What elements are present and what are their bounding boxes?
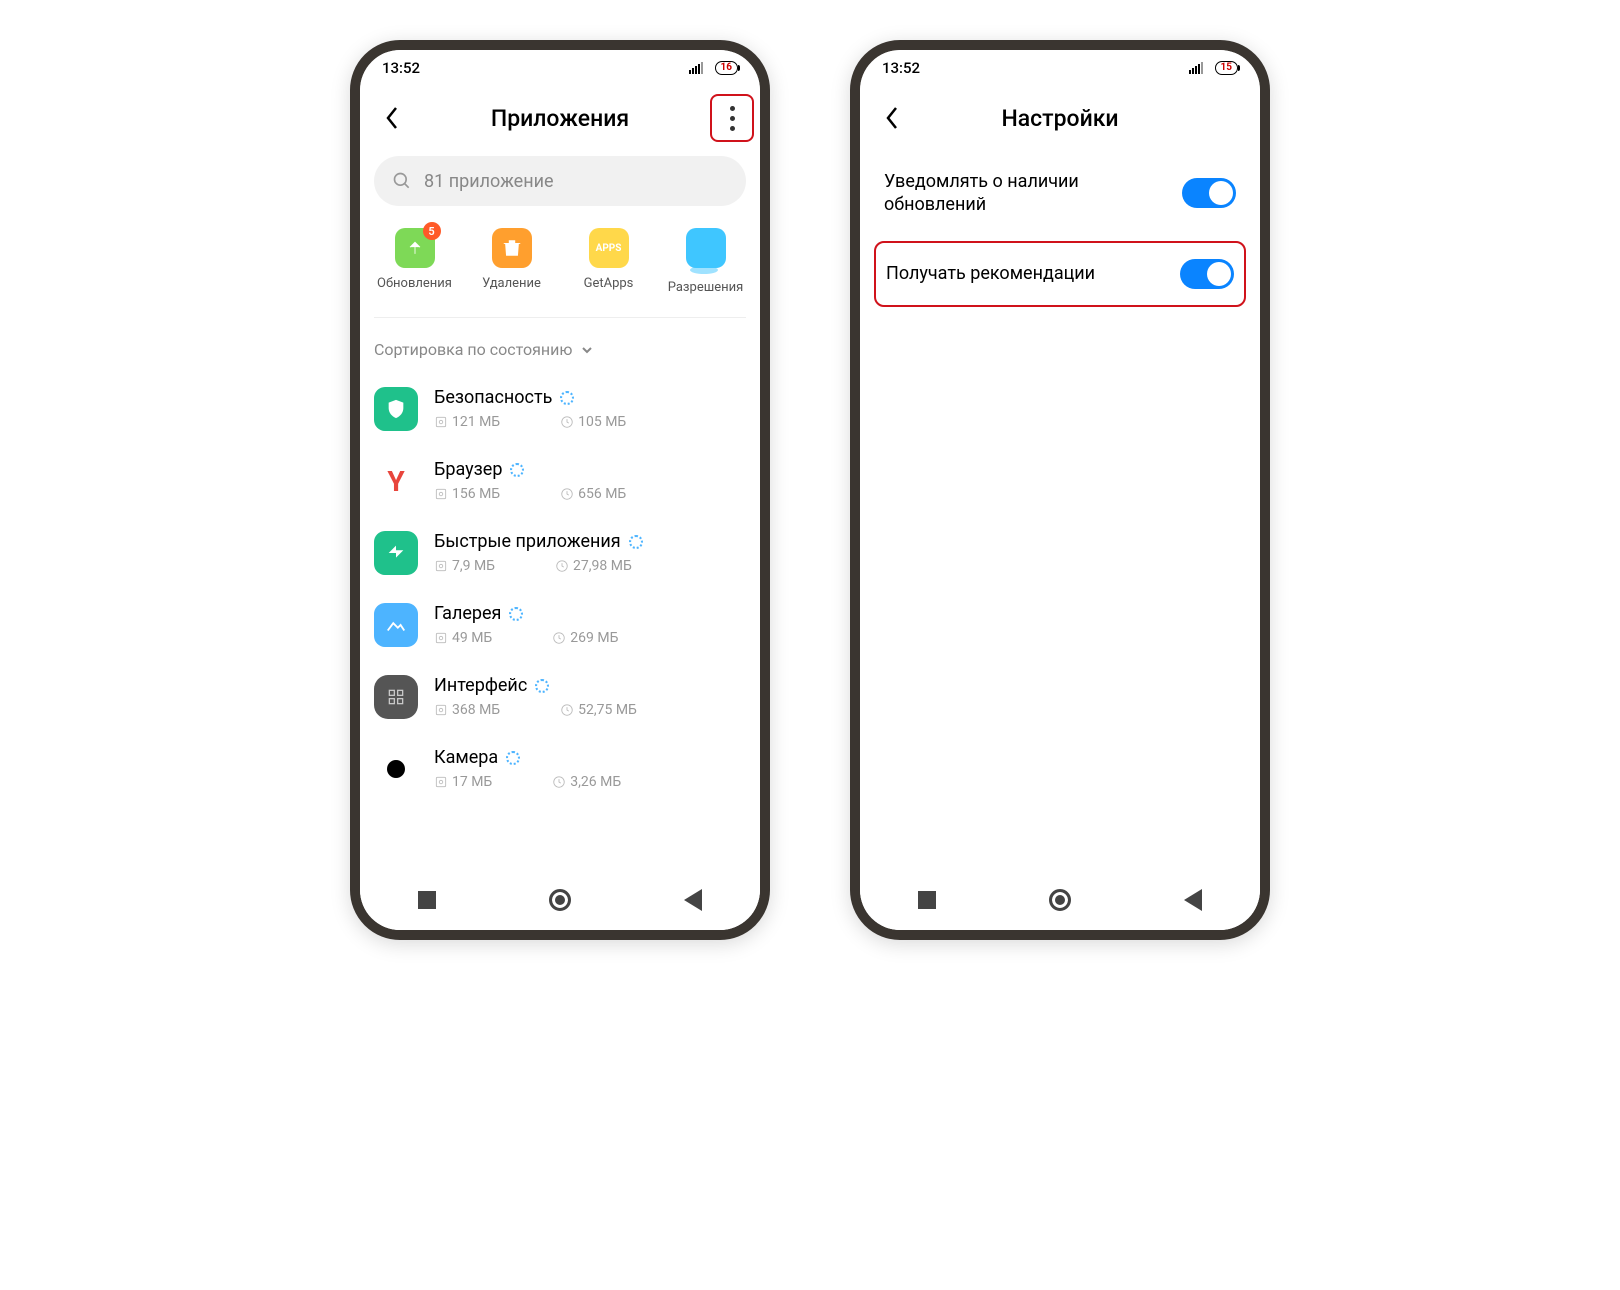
app-time: 656 МБ bbox=[560, 486, 626, 502]
shortcut-permissions[interactable]: Разрешения bbox=[661, 228, 751, 295]
app-name: Галерея bbox=[434, 603, 501, 624]
setting-notify-updates[interactable]: Уведомлять о наличии обновлений bbox=[860, 150, 1260, 237]
signal-icon bbox=[689, 62, 703, 74]
update-icon: 5 bbox=[395, 228, 435, 268]
status-time: 13:52 bbox=[382, 59, 420, 77]
interface-icon bbox=[374, 675, 418, 719]
toggle-on-icon[interactable] bbox=[1180, 259, 1234, 289]
app-name: Быстрые приложения bbox=[434, 531, 621, 552]
app-time: 269 МБ bbox=[552, 630, 618, 646]
volume-button[interactable] bbox=[768, 350, 770, 470]
app-name: Камера bbox=[434, 747, 498, 768]
app-item-interface[interactable]: Интерфейс 368 МБ 52,75 МБ bbox=[374, 661, 746, 733]
app-item-camera[interactable]: Камера 17 МБ 3,26 МБ bbox=[374, 733, 746, 805]
search-placeholder: 81 приложение bbox=[424, 171, 554, 192]
shortcut-row: 5 Обновления Удаление APPS GetApps Разре… bbox=[360, 228, 760, 317]
status-bar: 13:52 15 bbox=[860, 50, 1260, 86]
toggle-on-icon[interactable] bbox=[1182, 178, 1236, 208]
battery-icon: 15 bbox=[1215, 61, 1238, 75]
title-bar: Приложения bbox=[360, 86, 760, 150]
update-badge: 5 bbox=[423, 222, 441, 240]
nav-bar bbox=[860, 870, 1260, 930]
app-storage: 121 МБ bbox=[434, 414, 500, 430]
status-time: 13:52 bbox=[882, 59, 920, 77]
app-storage: 17 МБ bbox=[434, 774, 492, 790]
search-input[interactable]: 81 приложение bbox=[374, 156, 746, 206]
app-time: 3,26 МБ bbox=[552, 774, 621, 790]
app-item-quickapps[interactable]: Быстрые приложения 7,9 МБ 27,98 МБ bbox=[374, 517, 746, 589]
volume-button[interactable] bbox=[1268, 350, 1270, 470]
loading-icon bbox=[535, 679, 549, 693]
camera-icon bbox=[374, 747, 418, 791]
app-name: Интерфейс bbox=[434, 675, 527, 696]
quickapps-icon bbox=[374, 531, 418, 575]
nav-back-button[interactable] bbox=[1181, 888, 1205, 912]
app-item-security[interactable]: Безопасность 121 МБ 105 МБ bbox=[374, 373, 746, 445]
nav-bar bbox=[360, 870, 760, 930]
app-storage: 7,9 МБ bbox=[434, 558, 495, 574]
loading-icon bbox=[510, 463, 524, 477]
nav-recent-button[interactable] bbox=[915, 888, 939, 912]
page-title: Приложения bbox=[374, 105, 746, 132]
loading-icon bbox=[506, 751, 520, 765]
shortcut-delete[interactable]: Удаление bbox=[467, 228, 557, 295]
shortcut-label: Обновления bbox=[377, 276, 452, 291]
nav-back-button[interactable] bbox=[681, 888, 705, 912]
app-time: 52,75 МБ bbox=[560, 702, 637, 718]
shortcut-getapps[interactable]: APPS GetApps bbox=[564, 228, 654, 295]
shortcut-label: GetApps bbox=[584, 276, 634, 291]
app-time: 27,98 МБ bbox=[555, 558, 632, 574]
search-icon bbox=[392, 171, 412, 191]
setting-label: Уведомлять о наличии обновлений bbox=[884, 170, 1144, 217]
phone-left: 13:52 16 Приложения 81 приложение bbox=[350, 40, 770, 940]
loading-icon bbox=[560, 391, 574, 405]
page-title: Настройки bbox=[874, 105, 1246, 132]
shortcut-label: Разрешения bbox=[668, 280, 744, 295]
loading-icon bbox=[629, 535, 643, 549]
signal-icon bbox=[1189, 62, 1203, 74]
gallery-icon bbox=[374, 603, 418, 647]
shortcut-label: Удаление bbox=[482, 276, 541, 291]
nav-recent-button[interactable] bbox=[415, 888, 439, 912]
trash-icon bbox=[492, 228, 532, 268]
getapps-icon: APPS bbox=[589, 228, 629, 268]
nav-home-button[interactable] bbox=[548, 888, 572, 912]
app-storage: 156 МБ bbox=[434, 486, 500, 502]
setting-recommendations[interactable]: Получать рекомендации bbox=[874, 241, 1246, 307]
app-storage: 368 МБ bbox=[434, 702, 500, 718]
app-time: 105 МБ bbox=[560, 414, 626, 430]
nav-home-button[interactable] bbox=[1048, 888, 1072, 912]
app-item-browser[interactable]: Y Браузер 156 МБ 656 МБ bbox=[374, 445, 746, 517]
title-bar: Настройки bbox=[860, 86, 1260, 150]
loading-icon bbox=[509, 607, 523, 621]
permissions-icon bbox=[686, 228, 726, 268]
more-options-button[interactable] bbox=[710, 94, 754, 142]
phone-right: 13:52 15 Настройки Уведомлять о наличии … bbox=[850, 40, 1270, 940]
app-list: Безопасность 121 МБ 105 МБ Y Браузер 156… bbox=[360, 373, 760, 805]
sort-label: Сортировка по состоянию bbox=[374, 340, 572, 359]
app-name: Браузер bbox=[434, 459, 502, 480]
power-button[interactable] bbox=[768, 490, 770, 550]
sort-dropdown[interactable]: Сортировка по состоянию bbox=[360, 318, 760, 373]
status-bar: 13:52 16 bbox=[360, 50, 760, 86]
more-vertical-icon bbox=[730, 106, 735, 131]
power-button[interactable] bbox=[1268, 490, 1270, 550]
battery-icon: 16 bbox=[715, 61, 738, 75]
app-name: Безопасность bbox=[434, 387, 552, 408]
shortcut-updates[interactable]: 5 Обновления bbox=[370, 228, 460, 295]
app-item-gallery[interactable]: Галерея 49 МБ 269 МБ bbox=[374, 589, 746, 661]
setting-label: Получать рекомендации bbox=[886, 262, 1095, 285]
browser-icon: Y bbox=[374, 459, 418, 503]
shield-icon bbox=[374, 387, 418, 431]
app-storage: 49 МБ bbox=[434, 630, 492, 646]
chevron-down-icon bbox=[580, 343, 594, 357]
